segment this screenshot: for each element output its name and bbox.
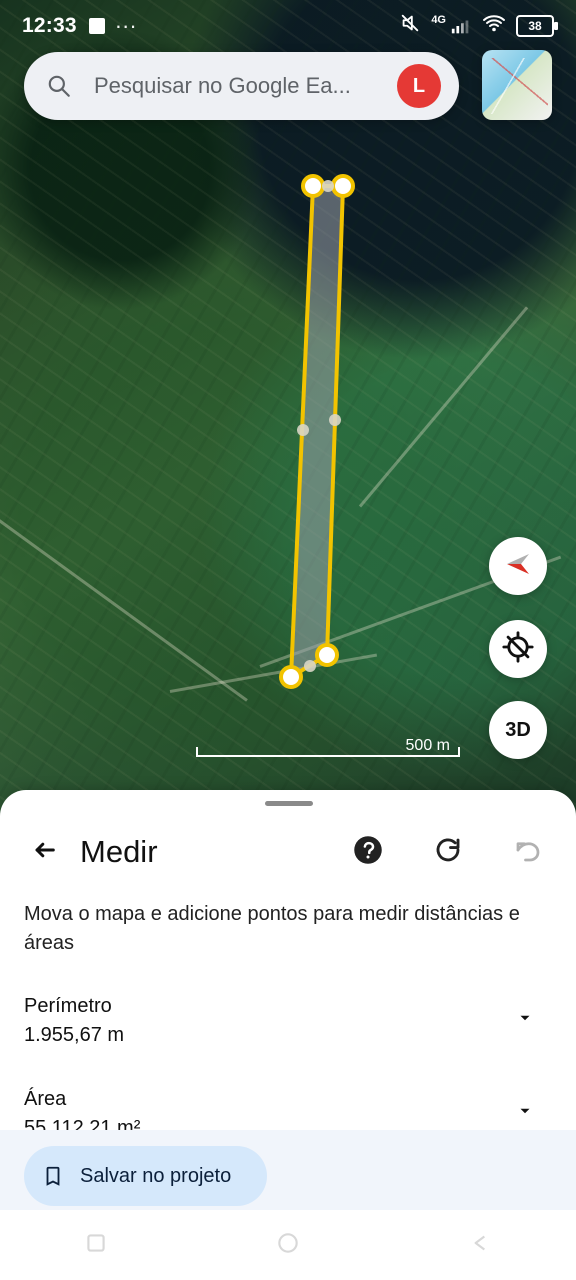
area-unit-dropdown[interactable] [510,1098,540,1128]
back-button[interactable] [22,830,66,874]
back-arrow-icon [30,836,58,869]
three-d-button[interactable]: 3D [489,701,547,759]
midpoint-handle[interactable] [297,424,309,436]
measure-point[interactable] [331,174,355,198]
measurement-overlay [279,174,355,689]
measure-point[interactable] [279,665,303,689]
measure-point[interactable] [315,643,339,667]
dropdown-triangle-icon [516,1009,534,1032]
measure-instruction: Mova o mapa e adicione pontos para medir… [24,903,520,954]
help-icon [353,835,383,870]
undo-button[interactable] [508,832,548,872]
perimeter-row: Perímetro 1.955,67 m [24,995,554,1055]
save-to-project-button[interactable]: Salvar no projeto [24,1146,267,1206]
undo-icon [513,835,543,870]
three-d-label: 3D [505,718,531,741]
midpoint-handle[interactable] [322,180,334,192]
midpoint-handle[interactable] [329,414,341,426]
nav-home-button[interactable] [253,1225,323,1265]
back-triangle-icon [467,1230,493,1261]
compass-icon [501,547,535,586]
map-scale: 500 m [196,737,460,763]
scale-label: 500 m [405,737,450,754]
perimeter-value: 1.955,67 m [24,1024,125,1046]
save-to-project-label: Salvar no projeto [80,1164,232,1187]
nav-recents-button[interactable] [61,1225,131,1265]
recents-icon [83,1230,109,1261]
compass-button[interactable] [489,537,547,595]
perimeter-label: Perímetro [24,995,112,1017]
location-off-icon [501,630,535,669]
help-button[interactable] [348,832,388,872]
scale-line [196,755,460,757]
nav-back-button[interactable] [445,1225,515,1265]
refresh-button[interactable] [428,832,468,872]
sheet-header: Medir [0,820,576,884]
dropdown-triangle-icon [516,1102,534,1125]
area-label: Área [24,1088,67,1110]
system-navigation-bar [0,1210,576,1280]
midpoint-handle[interactable] [304,660,316,672]
location-button[interactable] [489,620,547,678]
sheet-drag-handle[interactable] [265,801,313,806]
measure-point[interactable] [301,174,325,198]
perimeter-unit-dropdown[interactable] [510,1005,540,1035]
refresh-icon [433,835,463,870]
home-icon [275,1230,301,1261]
page-title: Medir [80,834,158,869]
bookmark-icon [42,1165,64,1187]
header-actions [348,832,554,872]
